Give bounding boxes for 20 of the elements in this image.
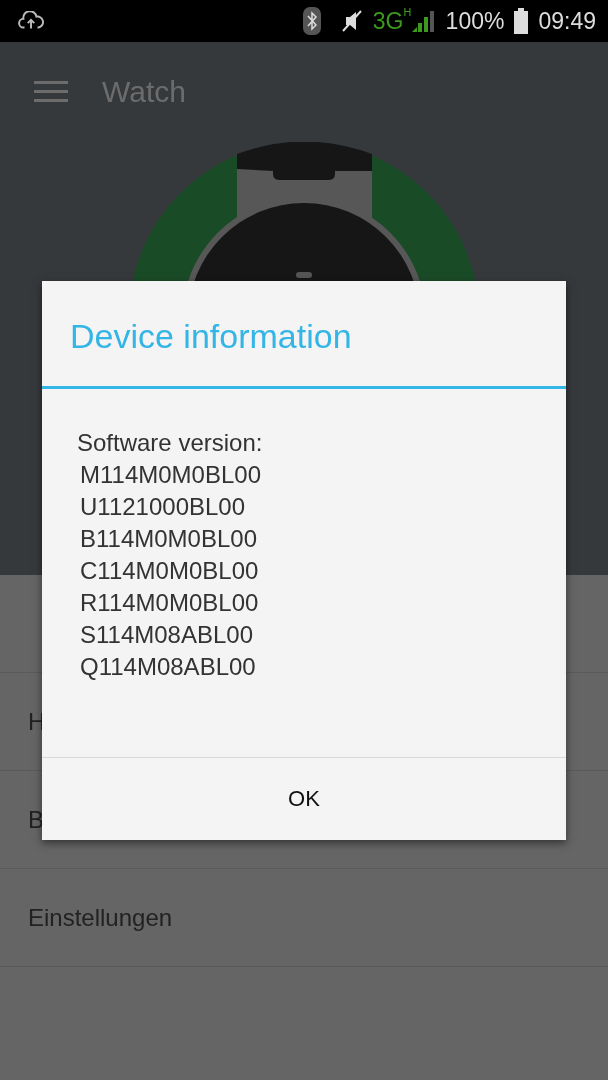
- dialog-title: Device information: [42, 281, 566, 389]
- ok-button[interactable]: OK: [42, 758, 566, 840]
- clock: 09:49: [538, 7, 596, 35]
- version-text: M114M0M0BL00: [79, 460, 262, 490]
- signal-icon: [411, 10, 436, 32]
- version-text: C114M0M0BL00: [79, 556, 260, 586]
- bluetooth-icon: [302, 7, 321, 35]
- network-subtype: H: [403, 6, 412, 19]
- version-text: Q114M08ABL00: [79, 652, 257, 682]
- version-text: R114M0M0BL00: [79, 588, 260, 618]
- muted-speaker-icon: [340, 9, 363, 33]
- battery-percent: 100%: [445, 7, 505, 35]
- version-text: S114M08ABL00: [79, 620, 254, 650]
- version-text: U1121000BL00: [79, 492, 247, 522]
- software-version-label: Software version:: [77, 428, 264, 458]
- menu-icon[interactable]: [34, 81, 68, 103]
- cloud-upload-icon: [18, 11, 44, 31]
- battery-icon: [514, 8, 529, 34]
- network-type: 3G: [372, 7, 404, 35]
- version-text: B114M0M0BL00: [79, 524, 258, 554]
